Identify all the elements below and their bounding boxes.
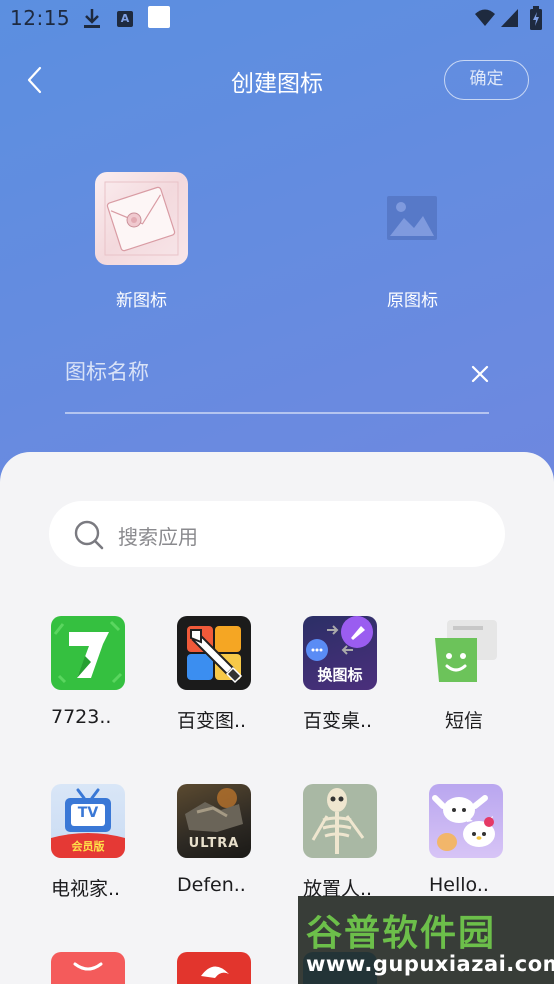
status-time: 12:15 [10,6,71,30]
app-icon-text: TV [77,805,99,821]
signal-icon [501,9,518,27]
tv-app-icon: TV 会员版 [51,784,125,858]
tv-badge: 会员版 [71,840,105,853]
shopping-app-icon [51,952,125,984]
clear-icon[interactable] [470,364,490,384]
a-badge-icon: A [117,11,133,27]
battery-charging-icon [530,6,542,30]
app-label: 电视家.. [51,878,121,900]
app-icon-text: 换图标 [317,666,363,684]
search-box[interactable]: 搜索应用 [49,501,505,567]
app-label: Hello.. [429,874,489,896]
watermark-url: www.gupuxiazai.com [306,952,554,976]
app-label: 百变桌.. [303,710,373,732]
defense-game-app-icon: ULTRA [177,784,251,858]
hello-kitty-app-icon [429,784,503,858]
new-icon-preview[interactable] [95,172,188,265]
envelope-icon [104,181,179,256]
app-label: 百变图.. [177,710,247,732]
input-underline [65,412,489,414]
icon-name-input[interactable]: 图标名称 [65,356,455,392]
watermark-title: 谷普软件园 [306,913,497,954]
search-input[interactable]: 搜索应用 [118,521,198,550]
app-label: 7723.. [51,706,112,728]
rocket-swap-app-icon: 换图标 [303,616,377,690]
confirm-button[interactable]: 确定 [444,60,529,100]
paint-brush-app-icon [177,616,251,690]
search-icon [74,520,104,550]
notification-square-icon [148,6,170,28]
7723-app-icon [51,616,125,690]
status-bar: 12:15 A [0,0,554,40]
skeleton-app-icon [303,784,377,858]
app-label: 短信 [445,710,484,732]
watermark-logo: 谷普软件园 www.gupuxiazai.com [298,896,554,984]
app-icon-text: ULTRA [188,836,240,851]
sms-app-icon [429,616,503,690]
red-swirl-app-icon [177,952,251,984]
image-placeholder-icon[interactable] [387,196,437,240]
wifi-icon [475,9,495,26]
original-icon-label: 原图标 [387,291,438,311]
app-label: Defen.. [177,874,246,896]
download-icon [84,9,100,28]
new-icon-label: 新图标 [116,291,167,311]
